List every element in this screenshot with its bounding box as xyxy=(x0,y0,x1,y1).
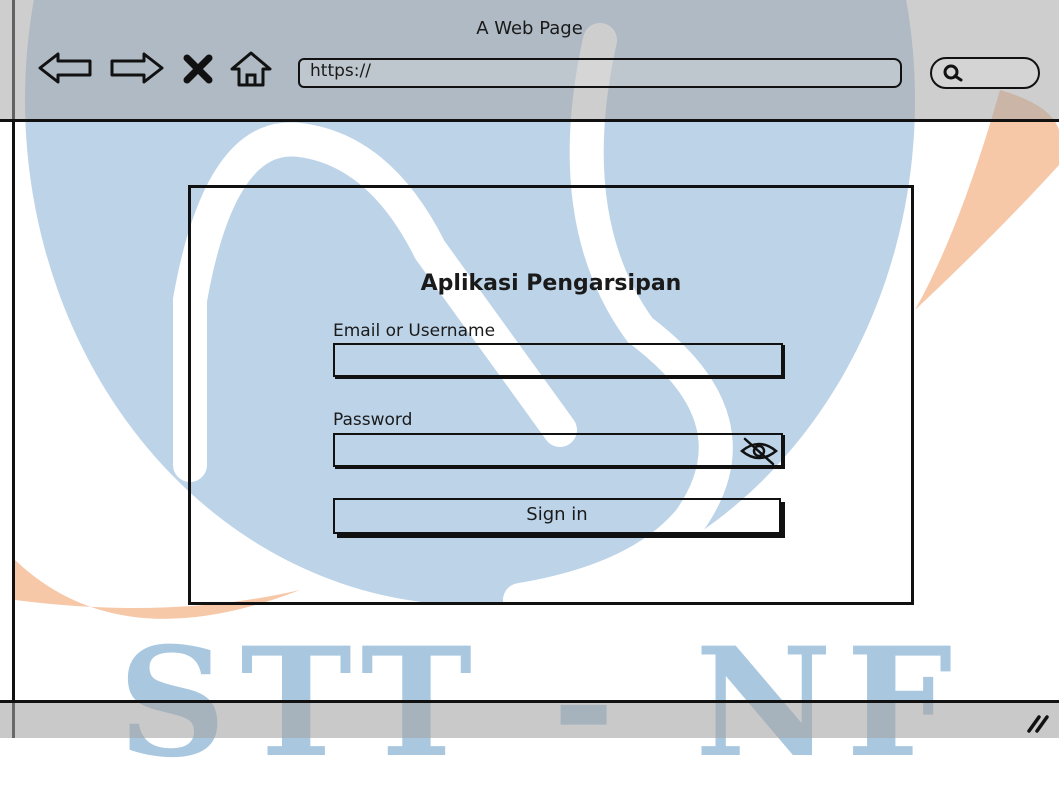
resize-grip-icon[interactable] xyxy=(1025,711,1049,733)
browser-toolbar: A Web Page https:// xyxy=(0,0,1059,122)
email-label: Email or Username xyxy=(333,321,496,341)
password-field[interactable] xyxy=(333,433,783,467)
login-card: Aplikasi Pengarsipan Email or Username P… xyxy=(188,185,914,605)
password-label: Password xyxy=(333,410,413,430)
back-arrow-icon[interactable] xyxy=(36,50,96,86)
status-bar xyxy=(0,700,1059,738)
stop-icon[interactable] xyxy=(182,54,214,84)
search-box[interactable] xyxy=(930,57,1040,89)
forward-arrow-icon[interactable] xyxy=(106,50,166,86)
eye-slash-icon[interactable] xyxy=(739,435,779,467)
page-title: A Web Page xyxy=(476,18,583,39)
browser-window: A Web Page https:// Aplikasi Pengarsipan xyxy=(0,0,1059,738)
email-field[interactable] xyxy=(333,343,783,377)
search-icon xyxy=(943,64,963,82)
url-input[interactable]: https:// xyxy=(298,58,902,88)
app-title: Aplikasi Pengarsipan xyxy=(420,271,682,296)
sign-in-button[interactable]: Sign in xyxy=(333,498,781,534)
home-icon[interactable] xyxy=(228,50,274,88)
